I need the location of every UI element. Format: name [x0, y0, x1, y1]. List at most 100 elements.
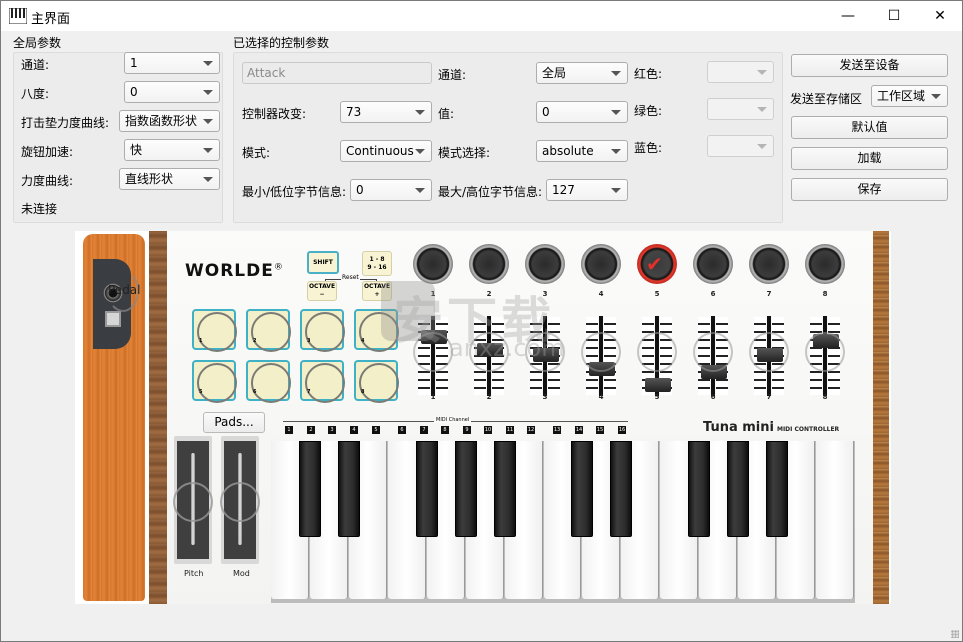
black-key[interactable]	[610, 441, 633, 537]
midi-channel-marker: 6	[398, 426, 406, 434]
shift-button[interactable]: SHIFT	[307, 251, 339, 274]
midi-channel-marker: 8	[441, 426, 449, 434]
pad-velocity-curve-select[interactable]: 指数函数形状	[119, 110, 220, 132]
knob-number: 1	[430, 290, 436, 298]
controller-change-value: 73	[346, 105, 362, 119]
value-value: 0	[542, 105, 550, 119]
pads-settings-button[interactable]: Pads...	[203, 412, 265, 433]
red-label: 红色:	[634, 67, 663, 81]
send-to-device-button[interactable]: 发送至设备	[791, 54, 948, 77]
resize-grip[interactable]	[951, 630, 959, 638]
minimize-button[interactable]: —	[825, 1, 871, 31]
knob-acceleration-value: 快	[130, 143, 143, 157]
octave-plus-button[interactable]: OCTAVE +	[362, 281, 392, 301]
drum-pad[interactable]: 1	[192, 309, 237, 352]
chevron-down-icon	[415, 110, 425, 115]
knob[interactable]	[469, 244, 509, 284]
red-select[interactable]	[707, 61, 774, 83]
bank-line-1: 1 - 8	[369, 255, 385, 263]
octave-minus-button[interactable]: OCTAVE −	[307, 281, 337, 301]
maximize-button[interactable]: ☐	[871, 1, 917, 31]
mode-selection-label: 模式选择:	[438, 146, 491, 160]
value-select[interactable]: 0	[536, 101, 628, 123]
drum-pad[interactable]: 5	[192, 360, 237, 403]
minimize-icon: —	[841, 8, 855, 24]
fader-number: 2	[486, 393, 492, 401]
knob[interactable]: ✔	[637, 244, 677, 284]
mode-select[interactable]: Continuous	[340, 140, 432, 162]
mode-selection-select[interactable]: absolute	[536, 140, 628, 162]
fader-selector-ring	[581, 332, 621, 372]
black-key[interactable]	[727, 441, 750, 537]
chevron-down-icon	[203, 90, 213, 95]
midi-channel-marker: 3	[328, 426, 336, 434]
drum-pad[interactable]: 2	[246, 309, 291, 352]
brand-logo: WORLDE®	[185, 261, 284, 281]
fader-handle[interactable]	[645, 377, 671, 392]
green-label: 绿色:	[634, 104, 663, 118]
black-key[interactable]	[688, 441, 711, 537]
knob[interactable]	[749, 244, 789, 284]
velocity-curve-select[interactable]: 直线形状	[119, 168, 220, 190]
bank-line-2: 9 - 16	[367, 263, 387, 271]
blue-select[interactable]	[707, 135, 774, 157]
midi-channel-marker: 4	[350, 426, 358, 434]
fader-selector-ring	[637, 332, 677, 372]
black-key[interactable]	[298, 441, 321, 537]
fader-number: 7	[766, 393, 772, 401]
save-button[interactable]: 保存	[791, 178, 948, 201]
knob-number: 6	[710, 290, 716, 298]
drum-pad[interactable]: 6	[246, 360, 291, 403]
pedal-label[interactable]: Pedal	[108, 283, 141, 297]
white-key[interactable]	[816, 441, 854, 599]
fader-selector-ring	[749, 332, 789, 372]
black-key[interactable]	[415, 441, 438, 537]
min-lsb-value: 0	[356, 183, 364, 197]
black-key[interactable]	[766, 441, 789, 537]
black-key[interactable]	[493, 441, 516, 537]
max-msb-select[interactable]: 127	[546, 179, 628, 201]
knob[interactable]	[805, 244, 845, 284]
mod-wheel[interactable]	[220, 436, 260, 564]
maximize-icon: ☐	[887, 8, 901, 24]
black-key[interactable]	[337, 441, 360, 537]
default-values-button[interactable]: 默认值	[791, 116, 948, 139]
fader-number: 4	[598, 393, 604, 401]
knob[interactable]	[581, 244, 621, 284]
knob[interactable]	[413, 244, 453, 284]
pad-number: 6	[253, 389, 257, 395]
drum-pad[interactable]: 3	[300, 309, 345, 352]
knob[interactable]	[525, 244, 565, 284]
send-to-bank-select[interactable]: 工作区域	[871, 85, 948, 107]
close-button[interactable]: ✕	[917, 1, 963, 31]
midi-channel-marker: 15	[596, 426, 604, 434]
min-lsb-select[interactable]: 0	[350, 179, 432, 201]
channel-label: 通道:	[21, 58, 50, 72]
right-wood-panel	[873, 231, 889, 604]
pitch-wheel[interactable]	[173, 436, 213, 564]
drum-pad[interactable]: 7	[300, 360, 345, 403]
black-key[interactable]	[571, 441, 594, 537]
channel-value: 1	[130, 56, 138, 70]
drum-pad[interactable]: 4	[354, 309, 399, 352]
channel-select[interactable]: 1	[124, 52, 220, 74]
fader-number: 6	[710, 393, 716, 401]
midi-channel-marker: 7	[420, 426, 428, 434]
bank-button[interactable]: 1 - 89 - 16	[362, 251, 392, 276]
load-button[interactable]: 加载	[791, 147, 948, 170]
octave-value: 0	[130, 85, 138, 99]
midi-channel-marker: 10	[484, 426, 492, 434]
knob-acceleration-select[interactable]: 快	[124, 139, 220, 161]
usb-port-icon	[105, 311, 121, 327]
control-name-field[interactable]: Attack	[242, 62, 432, 84]
black-key[interactable]	[454, 441, 477, 537]
pad-number: 7	[307, 389, 311, 395]
param-channel-select[interactable]: 全局	[536, 62, 628, 84]
octave-select[interactable]: 0	[124, 81, 220, 103]
knob-number: 3	[542, 290, 548, 298]
send-to-bank-value: 工作区域	[877, 89, 926, 103]
green-select[interactable]	[707, 98, 774, 120]
controller-change-select[interactable]: 73	[340, 101, 432, 123]
knob[interactable]	[693, 244, 733, 284]
drum-pad[interactable]: 8	[354, 360, 399, 403]
